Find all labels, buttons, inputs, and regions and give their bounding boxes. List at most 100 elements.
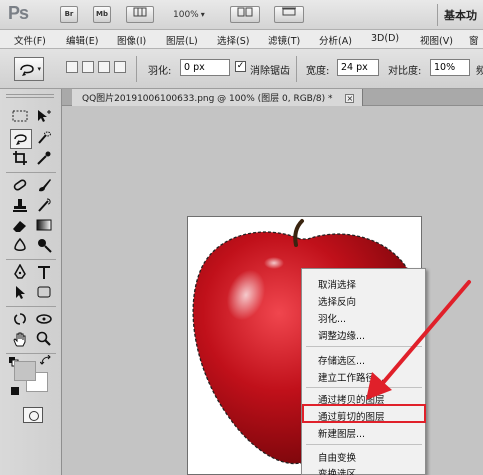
quick-selection-tool[interactable] [34, 129, 56, 149]
tool-separator [6, 353, 56, 354]
options-separator [296, 56, 297, 82]
history-brush-tool[interactable] [34, 196, 56, 216]
magnifier-icon [36, 331, 51, 346]
menu-item-refine-edge[interactable]: 调整边缘... [318, 328, 365, 342]
menu-separator [306, 346, 422, 347]
pen-icon [14, 264, 26, 279]
menu-item-feather[interactable]: 羽化... [318, 311, 346, 325]
feather-label: 羽化: [148, 66, 172, 77]
contrast-input[interactable] [430, 59, 470, 76]
zoom-tool[interactable] [34, 330, 56, 350]
menu-select[interactable]: 选择(S) [217, 33, 249, 47]
menu-separator [306, 444, 422, 445]
chevron-down-icon: ▾ [200, 10, 205, 19]
menu-item-save-selection[interactable]: 存储选区... [318, 353, 365, 367]
type-t-icon [38, 266, 50, 279]
menu-separator [306, 387, 422, 388]
menu-analysis[interactable]: 分析(A) [319, 33, 352, 47]
eyedropper-tool[interactable] [34, 149, 56, 169]
eraser-tool[interactable] [10, 216, 32, 236]
menu-item-free-transform[interactable]: 自由变换 [318, 450, 356, 464]
highlight-box [302, 404, 426, 423]
zoom-level-value: 100% [173, 10, 199, 20]
antialias-label: 消除锯齿 [250, 66, 290, 77]
healing-brush-icon [13, 179, 27, 191]
gradient-tool[interactable] [34, 216, 56, 236]
feather-input[interactable] [180, 59, 230, 76]
menu-image[interactable]: 图像(I) [117, 33, 146, 47]
application-title-bar: Ps Br Mb 100% ▾ 基本功 [0, 0, 483, 30]
3d-rotate-tool[interactable] [10, 310, 32, 330]
shape-tool[interactable] [34, 283, 56, 303]
move-tool[interactable] [34, 107, 56, 127]
path-arrow-icon [16, 286, 25, 299]
tool-separator [6, 259, 56, 260]
foreground-color-swatch[interactable] [14, 361, 36, 381]
tool-preset-picker[interactable]: ▾ [14, 57, 44, 81]
mini-color-icon [11, 387, 19, 395]
3d-orbit-icon [36, 314, 52, 324]
marquee-tool[interactable] [10, 107, 32, 127]
tool-separator [6, 172, 56, 173]
menu-layer[interactable]: 图层(L) [166, 33, 198, 47]
3d-orbit-tool[interactable] [34, 310, 56, 330]
context-menu: 取消选择 选择反向 羽化... 调整边缘... 存储选区... 建立工作路径..… [301, 268, 426, 475]
screen-mode-icon [282, 7, 296, 16]
menu-file[interactable]: 文件(F) [14, 33, 46, 47]
close-icon[interactable]: × [345, 94, 355, 103]
screen-mode-button[interactable] [274, 6, 304, 23]
menu-filter[interactable]: 滤镜(T) [268, 33, 300, 47]
subtract-from-selection-button[interactable] [98, 61, 110, 73]
blur-drop-icon [14, 237, 26, 251]
quick-selection-brush-icon [38, 131, 51, 144]
lasso-tool[interactable] [10, 129, 32, 149]
document-tab[interactable]: QQ图片20191006100633.png @ 100% (图层 0, RGB… [72, 89, 364, 106]
dodge-tool[interactable] [34, 236, 56, 256]
hand-icon [13, 332, 26, 347]
clone-stamp-tool[interactable] [10, 196, 32, 216]
magnetic-lasso-icon [20, 64, 34, 76]
bridge-button[interactable]: Br [60, 6, 78, 23]
intersect-selection-button[interactable] [114, 61, 126, 73]
add-to-selection-button[interactable] [82, 61, 94, 73]
menu-item-select-inverse[interactable]: 选择反向 [318, 294, 356, 308]
menu-bar: 文件(F) 编辑(E) 图像(I) 图层(L) 选择(S) 滤镜(T) 分析(A… [0, 30, 483, 49]
brush-icon [39, 179, 51, 192]
move-arrow-icon [38, 110, 51, 122]
menu-item-deselect[interactable]: 取消选择 [318, 277, 356, 291]
brush-tool[interactable] [34, 176, 56, 196]
rectangle-shape-icon [37, 286, 51, 298]
panel-grip[interactable] [6, 94, 54, 98]
eyedropper-icon [37, 151, 51, 165]
width-label: 宽度: [306, 66, 330, 77]
contrast-label: 对比度: [388, 66, 422, 77]
quick-mask-button[interactable] [23, 407, 43, 423]
pen-tool[interactable] [10, 263, 32, 283]
tools-panel [0, 89, 62, 475]
view-extras-button[interactable] [126, 6, 154, 23]
hand-tool[interactable] [10, 330, 32, 350]
menu-window[interactable]: 窗 [469, 33, 479, 47]
menu-edit[interactable]: 编辑(E) [66, 33, 98, 47]
width-input[interactable] [337, 59, 379, 76]
menu-3d[interactable]: 3D(D) [371, 33, 399, 44]
workspace-switcher[interactable]: 基本功 [444, 7, 477, 23]
menu-item-make-work-path[interactable]: 建立工作路径... [318, 370, 384, 384]
path-selection-tool[interactable] [10, 283, 32, 303]
menu-item-new-layer[interactable]: 新建图层... [318, 426, 365, 440]
crop-tool[interactable] [10, 149, 32, 169]
type-tool[interactable] [34, 263, 56, 283]
clone-stamp-icon [13, 199, 27, 212]
mini-bridge-button[interactable]: Mb [93, 6, 111, 23]
zoom-level-dropdown[interactable]: 100% ▾ [173, 7, 205, 22]
grid-icon [133, 7, 147, 17]
arrange-documents-button[interactable] [230, 6, 260, 23]
menu-item-transform-selection[interactable]: 变换选区 [318, 466, 356, 475]
dodge-icon [38, 239, 52, 253]
swap-colors-icon[interactable] [40, 355, 52, 367]
spot-healing-tool[interactable] [10, 176, 32, 196]
antialias-checkbox[interactable]: ✓ [235, 61, 246, 72]
new-selection-button[interactable] [66, 61, 78, 73]
menu-view[interactable]: 视图(V) [420, 33, 453, 47]
blur-tool[interactable] [10, 236, 32, 256]
